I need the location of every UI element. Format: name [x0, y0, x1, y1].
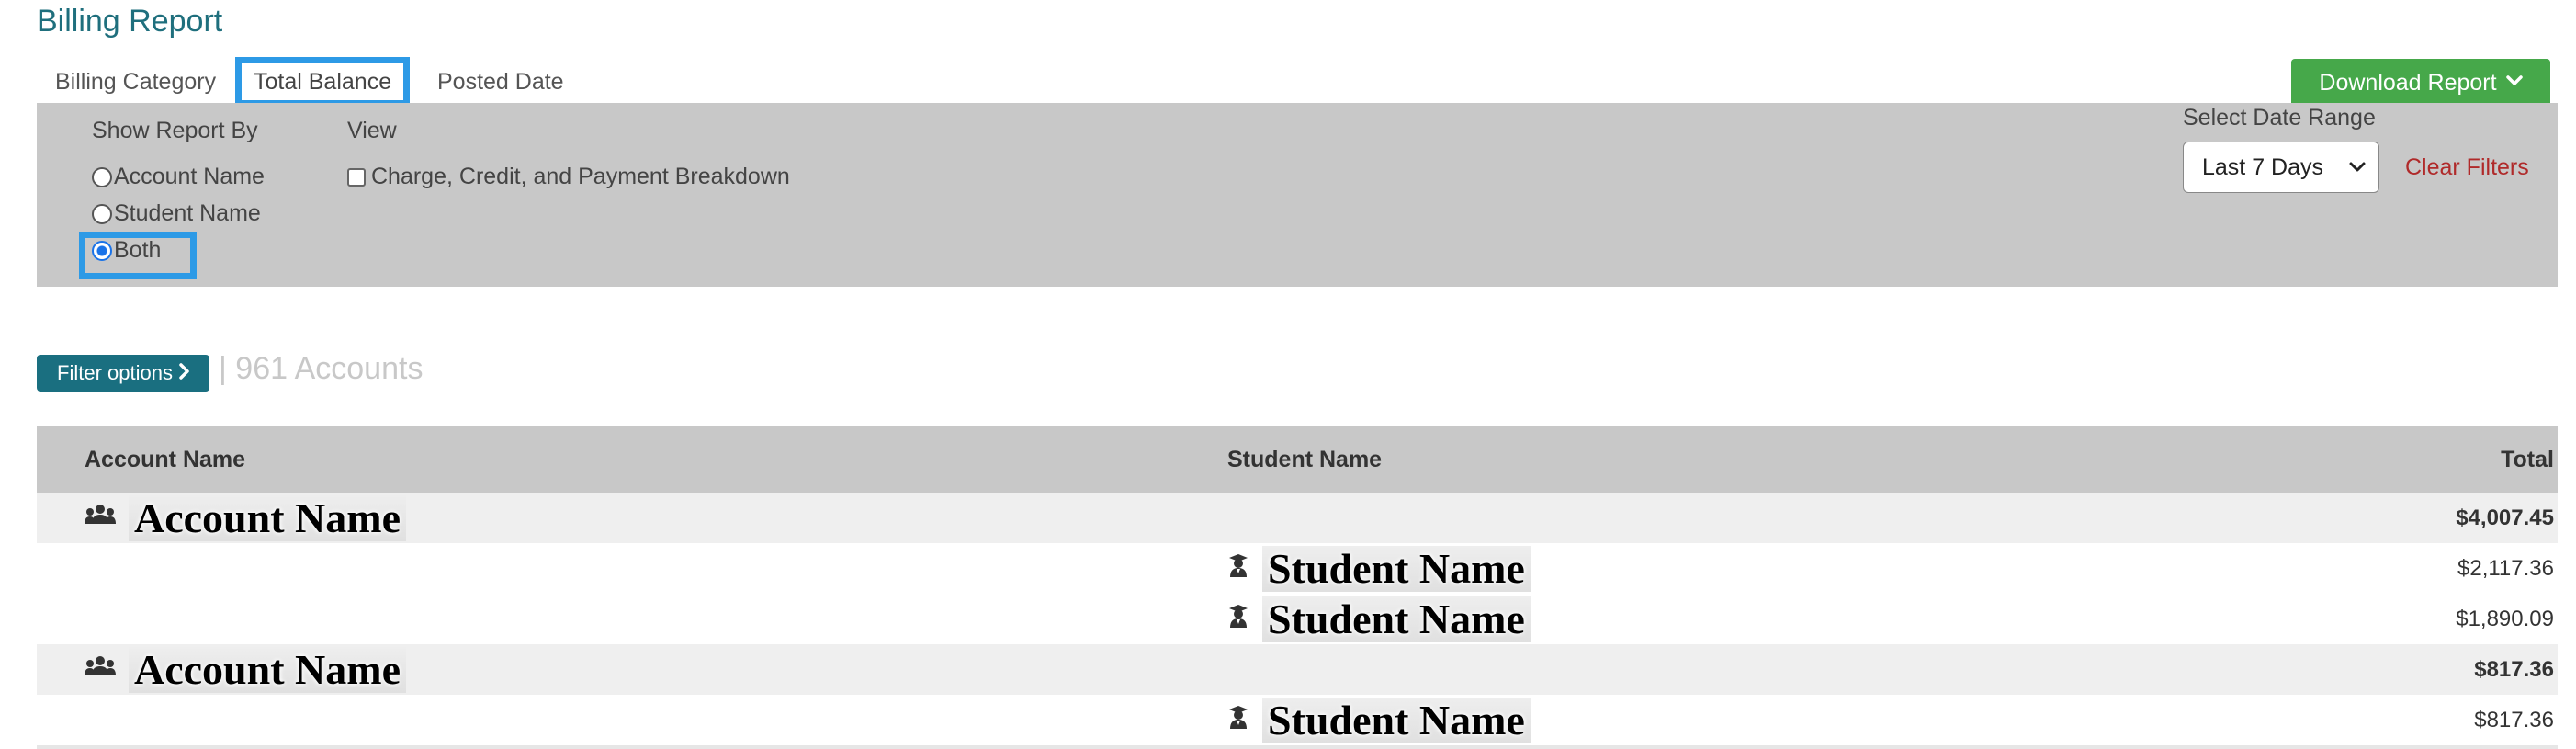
radio-account-name[interactable]: Account Name	[92, 164, 265, 190]
radio-label: Both	[114, 237, 162, 263]
accounts-count: | 961 Accounts	[219, 351, 423, 387]
header-total: Total	[2501, 447, 2554, 472]
student-icon	[1227, 553, 1249, 584]
account-cell: Account Name	[85, 644, 406, 695]
table-row[interactable]: Account Name $4,007.45	[37, 493, 2558, 543]
table-header: Account Name Student Name Total	[37, 426, 2558, 493]
account-group-icon	[85, 655, 116, 684]
tab-billing-category[interactable]: Billing Category	[55, 61, 216, 103]
row-total: $817.36	[2474, 657, 2554, 682]
clear-filters-link[interactable]: Clear Filters	[2405, 154, 2529, 181]
date-range-value: Last 7 Days	[2202, 153, 2324, 180]
radio-label: Account Name	[114, 164, 265, 189]
filter-options-label: Filter options	[57, 361, 173, 384]
row-total: $1,890.09	[2456, 607, 2554, 631]
radio-button[interactable]	[92, 203, 112, 224]
account-group-icon	[85, 504, 116, 532]
show-report-by-label: Show Report By	[92, 118, 258, 143]
download-report-label: Download Report	[2319, 69, 2497, 96]
table-row[interactable]: Student Name $1,890.09	[37, 594, 2558, 644]
breakdown-checkbox-row[interactable]: Charge, Credit, and Payment Breakdown	[347, 164, 790, 190]
account-name: Account Name	[129, 494, 406, 541]
radio-label: Student Name	[114, 200, 261, 226]
tab-total-balance[interactable]: Total Balance	[234, 57, 411, 107]
download-report-button[interactable]: Download Report	[2291, 59, 2550, 107]
row-total: $4,007.45	[2456, 505, 2554, 530]
table-row[interactable]: Student Name $2,117.36	[37, 543, 2558, 594]
radio-button[interactable]	[92, 166, 112, 187]
billing-table: Account Name Student Name Total Account …	[37, 426, 2558, 749]
tab-posted-date[interactable]: Posted Date	[437, 61, 564, 103]
breakdown-checkbox[interactable]	[347, 167, 366, 187]
student-cell: Student Name	[1227, 543, 1531, 594]
accounts-count-text: 961 Accounts	[235, 351, 424, 386]
header-student-name: Student Name	[1227, 447, 1383, 472]
row-total: $2,117.36	[2457, 556, 2554, 581]
student-cell: Student Name	[1227, 594, 1531, 644]
table-row[interactable]: Student Name $817.36	[37, 695, 2558, 745]
student-name: Student Name	[1262, 545, 1531, 592]
student-icon	[1227, 604, 1249, 634]
student-name: Student Name	[1262, 697, 1531, 743]
radio-student-name[interactable]: Student Name	[92, 200, 261, 227]
table-row[interactable]: Account Name $817.36	[37, 644, 2558, 695]
student-icon	[1227, 705, 1249, 735]
page-title: Billing Report	[37, 4, 223, 39]
separator: |	[219, 351, 227, 386]
student-name: Student Name	[1262, 596, 1531, 642]
breakdown-checkbox-label: Charge, Credit, and Payment Breakdown	[371, 164, 790, 189]
filter-options-button[interactable]: Filter options	[37, 355, 209, 392]
billing-report-page: Billing Report Billing Category Total Ba…	[0, 0, 2576, 749]
view-label: View	[347, 118, 397, 143]
radio-button[interactable]	[92, 240, 112, 261]
date-range-label: Select Date Range	[2183, 105, 2376, 131]
student-cell: Student Name	[1227, 695, 1531, 745]
chevron-down-icon	[2349, 157, 2366, 178]
chevron-down-icon	[2505, 72, 2523, 93]
row-total: $817.36	[2474, 708, 2554, 732]
filter-panel: Show Report By Account Name Student Name…	[37, 103, 2558, 287]
chevron-right-icon	[178, 361, 189, 385]
radio-both[interactable]: Both	[92, 237, 161, 264]
date-range-select[interactable]: Last 7 Days	[2183, 142, 2379, 193]
account-cell: Account Name	[85, 493, 406, 543]
account-name: Account Name	[129, 646, 406, 693]
header-account-name: Account Name	[85, 447, 246, 472]
